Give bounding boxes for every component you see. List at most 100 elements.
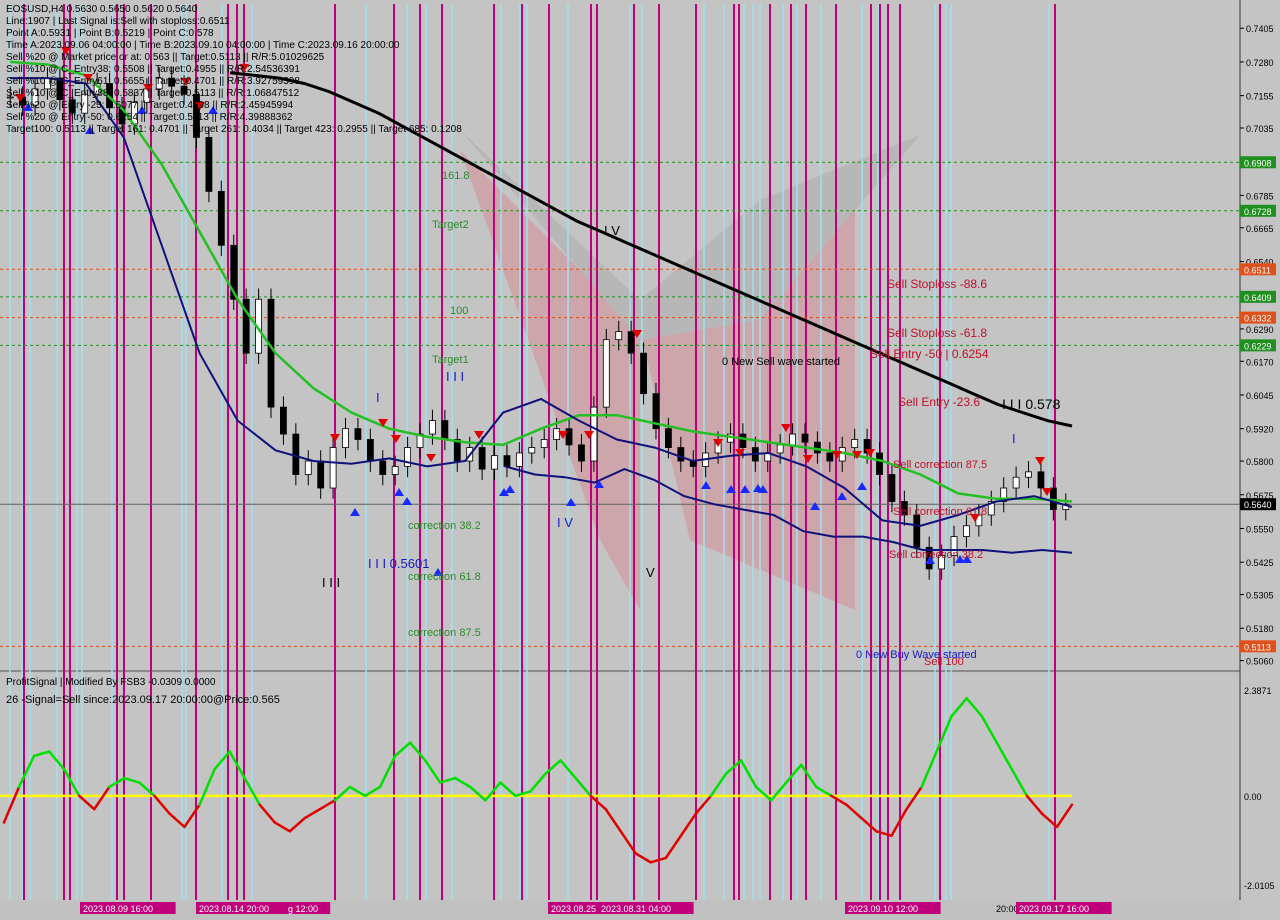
sell-correction-382-label: Sell correction 38.2	[889, 549, 984, 561]
price-tag-label: 0.6908	[1244, 158, 1272, 168]
price-axis-label: 0.7035	[1246, 124, 1274, 134]
candle-body	[814, 441, 821, 454]
candle-body	[627, 331, 635, 354]
candle-body	[888, 474, 896, 502]
candle-body	[478, 447, 486, 470]
price-axis-label: 0.6785	[1246, 191, 1274, 201]
candle-body	[677, 447, 685, 462]
price-tag-label: 0.5113	[1244, 642, 1271, 652]
info-line: Sell %10 @ C_Entry61: 0.5655 || Target:0…	[6, 76, 300, 87]
candle-body	[913, 514, 921, 548]
sell-correction-618-label: Sell correction 61.8	[893, 506, 988, 518]
price-axis-label: 0.5425	[1246, 558, 1274, 568]
candle-body	[292, 433, 300, 475]
candle-body	[801, 433, 809, 443]
price-axis-label: 0.6170	[1246, 357, 1274, 367]
sell-100-label: Sell 100	[924, 656, 964, 668]
osc-axis-label: -2.0105	[1244, 881, 1275, 891]
time-axis-label: 2023.08.09 16:00	[83, 904, 153, 914]
candle-body	[851, 439, 859, 448]
info-panel: EOSUSD,H4 0.5630 0.5650 0.5620 0.5640 Lin…	[6, 4, 462, 136]
price-tag-label: 0.6511	[1244, 265, 1271, 275]
price-axis-label: 0.6290	[1246, 325, 1274, 335]
candle-body	[267, 298, 275, 408]
info-line: Time A:2023.09.06 04:00:00 | Time B:2023…	[6, 40, 400, 51]
candle-body	[280, 406, 287, 435]
candle-body	[329, 447, 337, 489]
candle-body	[342, 428, 349, 448]
price-chart: 0.00 2.3871 -2.0105 0.7405 0.7280 0.7155 0.70…	[0, 0, 1280, 920]
info-line: Sell %10 @ C_Entry38: 0.5508 || Target:0…	[6, 64, 300, 75]
time-axis-label: 20:00	[996, 904, 1019, 914]
candle-body	[217, 190, 225, 246]
fib-100-label: 100	[450, 305, 469, 317]
sell-correction-875-label: Sell correction 87.5	[893, 459, 988, 471]
candle-body	[354, 428, 362, 440]
candle-body	[366, 439, 374, 462]
candle-body	[205, 137, 213, 192]
candle-body	[838, 447, 846, 462]
candle-body	[528, 447, 536, 454]
candle-body	[441, 420, 449, 440]
correction-382-label: correction 38.2	[408, 520, 481, 532]
info-line: Target100: 0.5113 || Target 161: 0.4701 …	[6, 124, 462, 135]
candle-body	[429, 420, 436, 435]
time-axis-label: g 12:00	[288, 904, 318, 914]
candle-body	[317, 460, 325, 489]
wave-iv-top-label: I V	[604, 223, 620, 238]
price-axis-label: 0.7280	[1246, 58, 1274, 68]
sell-entry-236-label: Sell Entry -23.6	[898, 395, 981, 409]
wave-iii-0578-label: I I I 0.578	[1002, 396, 1061, 412]
candle-body	[602, 339, 610, 408]
price-axis-label: 0.7155	[1246, 92, 1274, 102]
price-axis-label: 0.5550	[1246, 524, 1274, 534]
candle-body	[379, 460, 387, 475]
price-axis-label: 0.7405	[1246, 24, 1274, 34]
candle-body	[491, 455, 498, 470]
price-tag-label: 0.6409	[1244, 293, 1272, 303]
candle-body	[776, 444, 784, 454]
candle-body	[826, 452, 834, 462]
info-line: Sell %20 @ Entry -23: 0.6077 || Target:0…	[6, 100, 294, 111]
wave-iii-0560-label: I I I 0.5601	[368, 556, 430, 571]
price-tag-label: 0.6229	[1244, 341, 1272, 351]
price-axis-label: 0.5180	[1246, 624, 1274, 634]
osc-axis-label: 2.3871	[1244, 686, 1272, 696]
candle-body	[615, 331, 623, 341]
wave-iii-left-label: I I I	[322, 575, 341, 590]
candle-body	[640, 352, 647, 395]
info-line: Line:1907 | Last Signal is:Sell with sto…	[6, 16, 230, 27]
time-axis-label: 2023.08.14 20:00	[199, 904, 269, 914]
candle-body	[304, 460, 312, 475]
time-axis-label: 2023.09.10 12:00	[848, 904, 918, 914]
price-tag-label: 0.6728	[1244, 207, 1272, 217]
info-line: Sell %10 @ C_Entry88: 0.5837 || Target:0…	[6, 88, 300, 99]
time-axis-label: 2023.09.17 16:00	[1019, 904, 1089, 914]
price-axis-label: 0.5060	[1246, 657, 1274, 667]
price-tag-label: 0.5640	[1244, 500, 1272, 510]
wave-iii-mid-label: I I I	[446, 369, 465, 384]
info-line: EOSUSD,H4 0.5630 0.5650 0.5620 0.5640	[6, 4, 198, 15]
candle-body	[1037, 471, 1045, 489]
price-axis-label: 0.6045	[1246, 391, 1274, 401]
candle-body	[453, 439, 461, 462]
time-axis-labels: 2023.08.09 16:00 2023.08.14 20:00 g 12:00 2…	[80, 902, 1112, 914]
candle-body	[578, 444, 585, 462]
candle-body	[540, 439, 548, 448]
oscillator-title: ProfitSignal | Modified By FSB3 -0.0309 …	[6, 677, 216, 688]
price-axis-label: 0.5800	[1246, 457, 1274, 467]
candle-body	[1012, 476, 1020, 489]
sell-stoploss-886-label: Sell Stoploss -88.6	[887, 277, 988, 291]
candle-body	[515, 452, 523, 467]
wave-v-label: V	[646, 565, 655, 580]
correction-875-label: correction 87.5	[408, 627, 481, 639]
target1-label: Target1	[432, 354, 469, 366]
candle-body	[553, 428, 561, 440]
oscillator-signal-text: 26 -Signal=Sell since:2023.09.17 20:00:0…	[6, 694, 280, 706]
wave-i-label: I	[376, 390, 380, 405]
wave-i-right-label: I	[1012, 431, 1016, 446]
price-axis-label: 0.5920	[1246, 425, 1274, 435]
target2-label: Target2	[432, 219, 469, 231]
price-axis-label: 0.5305	[1246, 591, 1274, 601]
new-sell-wave-label: 0 New Sell wave started	[722, 356, 840, 368]
